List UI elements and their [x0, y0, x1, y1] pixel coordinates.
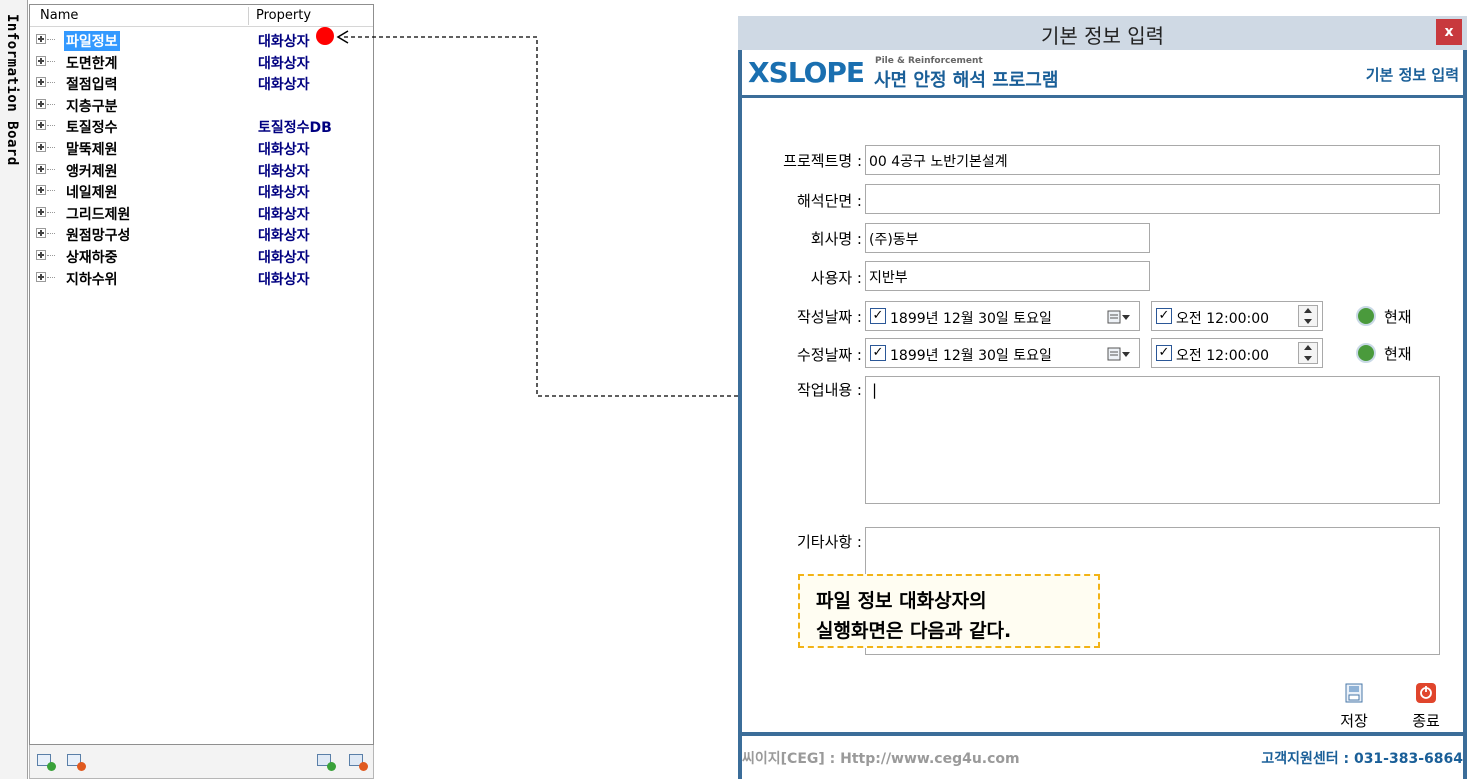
dialog-title: 기본 정보 입력: [1040, 24, 1165, 48]
refresh-icon: [1356, 343, 1376, 363]
created-now-label: 현재: [1384, 308, 1412, 326]
exit-label: 종료: [1412, 712, 1440, 730]
calendar-dropdown-icon[interactable]: [1107, 310, 1131, 324]
modified-time-checkbox[interactable]: ✓: [1156, 345, 1172, 361]
save-button[interactable]: 저장: [1332, 682, 1376, 738]
created-date-label: 작성날짜 :: [796, 308, 862, 326]
text-caret: |: [872, 381, 878, 399]
created-time-picker[interactable]: ✓ 오전 12:00:00: [1151, 301, 1323, 331]
created-date-picker[interactable]: ✓ 1899년 12월 30일 토요일: [865, 301, 1140, 331]
modified-date-value: 1899년 12월 30일 토요일: [890, 348, 1052, 364]
created-date-value: 1899년 12월 30일 토요일: [890, 311, 1052, 327]
modified-time-spinner[interactable]: [1298, 342, 1318, 364]
user-input[interactable]: 지반부: [865, 261, 1150, 291]
modified-time-picker[interactable]: ✓ 오전 12:00:00: [1151, 338, 1323, 368]
banner-tagline: Pile & Reinforcement: [875, 56, 983, 66]
created-time-checkbox[interactable]: ✓: [1156, 308, 1172, 324]
basic-info-dialog: 기본 정보 입력 x XSLOPE Pile & Reinforcement 사…: [738, 16, 1467, 779]
support-phone: 고객지원센터 : 031-383-6864: [1261, 751, 1463, 767]
close-button[interactable]: x: [1436, 19, 1462, 45]
calendar-dropdown-icon[interactable]: [1107, 347, 1131, 361]
power-icon: [1416, 683, 1436, 703]
marker-dot: [316, 27, 334, 45]
company-input[interactable]: (주)동부: [865, 223, 1150, 253]
callout-line-2: 실행화면은 다음과 같다.: [816, 620, 1012, 642]
work-content-label: 작업내용 :: [796, 381, 862, 399]
callout-note: 파일 정보 대화상자의 실행화면은 다음과 같다.: [798, 574, 1100, 648]
banner-subtitle: 사면 안정 해석 프로그램: [874, 70, 1059, 91]
xslope-logo: XSLOPE: [748, 56, 865, 89]
company-website: 씨이지[CEG] : Http://www.ceg4u.com: [742, 751, 1020, 767]
dashed-leader-line: [342, 36, 738, 397]
company-label: 회사명 :: [810, 230, 862, 248]
exit-button[interactable]: 종료: [1404, 682, 1448, 738]
banner-section-title: 기본 정보 입력: [1365, 66, 1459, 84]
project-name-label: 프로젝트명 :: [783, 152, 862, 170]
callout-line-1: 파일 정보 대화상자의: [816, 590, 987, 612]
created-date-checkbox[interactable]: ✓: [870, 308, 886, 324]
created-time-spinner[interactable]: [1298, 305, 1318, 327]
dialog-footer: 씨이지[CEG] : Http://www.ceg4u.com 고객지원센터 :…: [742, 736, 1463, 779]
modified-date-checkbox[interactable]: ✓: [870, 345, 886, 361]
save-label: 저장: [1340, 712, 1368, 730]
project-name-input[interactable]: 00 4공구 노반기본설계: [865, 145, 1440, 175]
user-label: 사용자 :: [810, 269, 862, 287]
modified-time-value: 오전 12:00:00: [1176, 348, 1270, 364]
banner: XSLOPE Pile & Reinforcement 사면 안정 해석 프로그…: [742, 50, 1463, 98]
refresh-icon: [1356, 306, 1376, 326]
created-time-value: 오전 12:00:00: [1176, 311, 1270, 327]
section-input[interactable]: [865, 184, 1440, 214]
dialog-titlebar[interactable]: 기본 정보 입력 x: [738, 16, 1467, 50]
etc-label: 기타사항 :: [796, 533, 862, 551]
modified-date-label: 수정날짜 :: [796, 346, 862, 364]
created-now-button[interactable]: 현재: [1356, 304, 1426, 328]
modified-now-button[interactable]: 현재: [1356, 341, 1426, 365]
save-icon: [1345, 683, 1363, 703]
modified-now-label: 현재: [1384, 345, 1412, 363]
section-label: 해석단면 :: [796, 192, 862, 210]
modified-date-picker[interactable]: ✓ 1899년 12월 30일 토요일: [865, 338, 1140, 368]
work-content-textarea[interactable]: |: [865, 376, 1440, 504]
